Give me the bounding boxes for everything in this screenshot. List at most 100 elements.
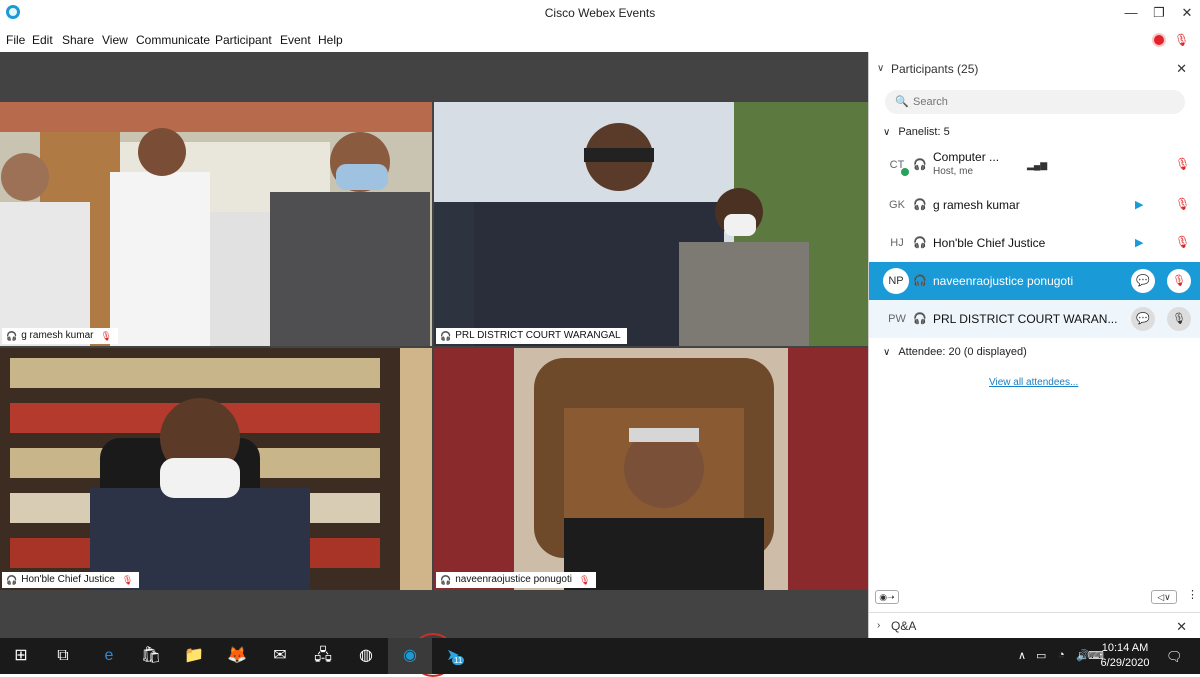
menu-bar: File Edit Share View Communicate Partici… bbox=[0, 28, 1200, 52]
participant-role: Host, me bbox=[933, 166, 974, 177]
panel-header: ∨ Participants (25) ✕ bbox=[869, 52, 1200, 84]
search-input[interactable] bbox=[913, 94, 1173, 110]
video-tile-ramesh[interactable]: 🎧 g ramesh kumar 🎙 bbox=[0, 102, 432, 346]
participant-name: PRL DISTRICT COURT WARAN... bbox=[933, 312, 1118, 326]
chevron-down-icon[interactable]: ∨ bbox=[877, 63, 884, 74]
firefox-icon[interactable]: 🦊 bbox=[226, 646, 248, 666]
clock-date: 6/29/2020 bbox=[1100, 657, 1150, 669]
mail-icon[interactable]: ✉ bbox=[269, 646, 291, 666]
headset-icon: 🎧 bbox=[913, 275, 927, 287]
battery-icon[interactable]: ▭ bbox=[1036, 649, 1046, 662]
mic-muted-icon: 🎙 bbox=[578, 575, 591, 585]
headset-icon: 🎧 bbox=[913, 313, 927, 325]
close-window-button[interactable]: ✕ bbox=[1172, 2, 1200, 24]
panelist-section[interactable]: ∨ Panelist: 5 bbox=[883, 126, 950, 138]
headset-icon: 🎧 bbox=[913, 159, 927, 171]
more-options-icon[interactable]: ⋮ bbox=[1187, 588, 1198, 601]
video-icon[interactable]: ▶ bbox=[1135, 198, 1143, 211]
headset-icon: 🎧 bbox=[440, 331, 452, 341]
wifi-icon[interactable]: ◔ bbox=[1058, 649, 1065, 661]
video-stage: 🎧 g ramesh kumar 🎙 🎧 PRL DISTRICT COURT … bbox=[0, 52, 868, 677]
file-explorer-icon[interactable]: 📁 bbox=[183, 646, 205, 666]
qa-label: Q&A bbox=[891, 619, 917, 633]
video-feed bbox=[434, 348, 868, 590]
qa-section[interactable]: › Q&A ✕ bbox=[869, 612, 1200, 638]
video-icon[interactable]: ▶ bbox=[1135, 236, 1143, 249]
close-qa-button[interactable]: ✕ bbox=[1176, 619, 1187, 635]
avatar: GK bbox=[889, 199, 905, 211]
video-feed bbox=[0, 348, 432, 590]
notification-badge: 11 bbox=[452, 656, 465, 665]
system-clock[interactable]: 10:14 AM 6/29/2020 bbox=[1098, 641, 1152, 671]
headset-icon: 🎧 bbox=[913, 237, 927, 249]
mic-muted-icon: 🎙 bbox=[121, 575, 134, 585]
edge-icon[interactable]: e bbox=[98, 646, 120, 666]
chevron-up-icon[interactable]: ∧ bbox=[1018, 649, 1026, 662]
chevron-right-icon: › bbox=[877, 620, 881, 631]
status-selector[interactable]: ◉➝ bbox=[875, 590, 899, 604]
menu-communicate[interactable]: Communicate bbox=[136, 33, 210, 47]
menu-file[interactable]: File bbox=[6, 33, 25, 47]
mic-icon: 🎙 bbox=[1172, 313, 1186, 325]
status-dot-icon bbox=[901, 168, 909, 176]
raise-hand-dropdown[interactable]: ◁∨ bbox=[1151, 590, 1177, 604]
participant-row-chief-justice[interactable]: HJ 🎧 Hon'ble Chief Justice ▶ 🎙 bbox=[869, 224, 1200, 262]
participants-panel: ∨ Participants (25) ✕ 🔍 ∨ Panelist: 5 CT … bbox=[868, 52, 1200, 638]
participant-row-computer[interactable]: CT 🎧 Computer ... Host, me ▂▄▆ 🎙 bbox=[869, 146, 1200, 184]
windows-taskbar: ⊞ ⧉ e 🛍 📁 🦊 ✉ 🖧 ◍ ◉ ➤ 11 ∧ ▭ ◔ 🔊 ⌨ 10:14… bbox=[0, 638, 1200, 674]
webex-taskbar-icon[interactable]: ◉ bbox=[399, 646, 421, 666]
task-view-icon[interactable]: ⧉ bbox=[52, 646, 74, 666]
tile-name: naveenraojustice ponugoti bbox=[455, 574, 572, 585]
audio-level-icon: ▂▄▆ bbox=[1027, 160, 1048, 170]
participant-row-naveenrao[interactable]: NP 🎧 naveenraojustice ponugoti 💬 🎙 bbox=[869, 262, 1200, 300]
headset-icon: 🎧 bbox=[913, 199, 927, 211]
video-tile-naveenrao[interactable]: 🎧 naveenraojustice ponugoti 🎙 bbox=[434, 348, 868, 590]
tile-name: Hon'ble Chief Justice bbox=[21, 574, 115, 585]
mic-muted-icon[interactable]: 🎙 bbox=[1175, 197, 1190, 211]
menu-share[interactable]: Share bbox=[62, 33, 94, 47]
participant-name: Hon'ble Chief Justice bbox=[933, 236, 1046, 250]
minimize-button[interactable]: — bbox=[1116, 2, 1146, 24]
tile-label: 🎧 naveenraojustice ponugoti 🎙 bbox=[436, 572, 597, 588]
chat-icon: 💬 bbox=[1136, 313, 1150, 325]
recording-icon[interactable] bbox=[1152, 33, 1166, 47]
menu-help[interactable]: Help bbox=[318, 33, 343, 47]
attendee-section[interactable]: ∨ Attendee: 20 (0 displayed) bbox=[883, 346, 1027, 358]
participant-row-prl-court[interactable]: PW 🎧 PRL DISTRICT COURT WARAN... 💬 🎙 bbox=[869, 300, 1200, 338]
menu-view[interactable]: View bbox=[102, 33, 128, 47]
chevron-down-icon: ∨ bbox=[883, 127, 891, 138]
menu-participant[interactable]: Participant bbox=[215, 33, 272, 47]
store-icon[interactable]: 🛍 bbox=[140, 646, 162, 666]
clock-time: 10:14 AM bbox=[1101, 642, 1149, 654]
restore-button[interactable]: ❐ bbox=[1144, 2, 1174, 24]
menu-event[interactable]: Event bbox=[280, 33, 311, 47]
mute-participant-button[interactable]: 🎙 bbox=[1167, 307, 1191, 331]
tile-name: PRL DISTRICT COURT WARANGAL bbox=[455, 330, 621, 341]
video-tile-chief-justice[interactable]: 🎧 Hon'ble Chief Justice 🎙 bbox=[0, 348, 432, 590]
chrome-icon[interactable]: ◍ bbox=[355, 646, 377, 666]
search-box[interactable]: 🔍 bbox=[885, 90, 1185, 114]
menu-edit[interactable]: Edit bbox=[32, 33, 53, 47]
mic-muted-icon[interactable]: 🎙 bbox=[1174, 33, 1189, 47]
mute-participant-button[interactable]: 🎙 bbox=[1167, 269, 1191, 293]
chat-icon: 💬 bbox=[1136, 275, 1150, 287]
participant-name: naveenraojustice ponugoti bbox=[933, 274, 1074, 288]
network-app-icon[interactable]: 🖧 bbox=[312, 646, 334, 666]
mic-muted-icon[interactable]: 🎙 bbox=[1175, 235, 1190, 249]
video-tile-prl-court[interactable]: 🎧 PRL DISTRICT COURT WARANGAL bbox=[434, 102, 868, 346]
chat-button[interactable]: 💬 bbox=[1131, 307, 1155, 331]
notifications-icon[interactable]: 🗨 bbox=[1166, 649, 1183, 665]
view-all-attendees-link[interactable]: View all attendees... bbox=[989, 377, 1078, 388]
attendee-header: Attendee: 20 (0 displayed) bbox=[898, 346, 1027, 358]
headset-icon: 🎧 bbox=[6, 575, 18, 585]
chat-button[interactable]: 💬 bbox=[1131, 269, 1155, 293]
close-panel-button[interactable]: ✕ bbox=[1176, 61, 1187, 77]
windows-start-icon[interactable]: ⊞ bbox=[10, 646, 32, 666]
tile-label: 🎧 Hon'ble Chief Justice 🎙 bbox=[2, 572, 140, 588]
mic-muted-icon[interactable]: 🎙 bbox=[1175, 157, 1190, 171]
participant-name: g ramesh kumar bbox=[933, 198, 1020, 212]
mic-muted-icon: 🎙 bbox=[1172, 275, 1186, 287]
window-title: Cisco Webex Events bbox=[544, 6, 656, 20]
participant-row-ramesh[interactable]: GK 🎧 g ramesh kumar ▶ 🎙 bbox=[869, 186, 1200, 224]
avatar: HJ bbox=[890, 237, 904, 249]
